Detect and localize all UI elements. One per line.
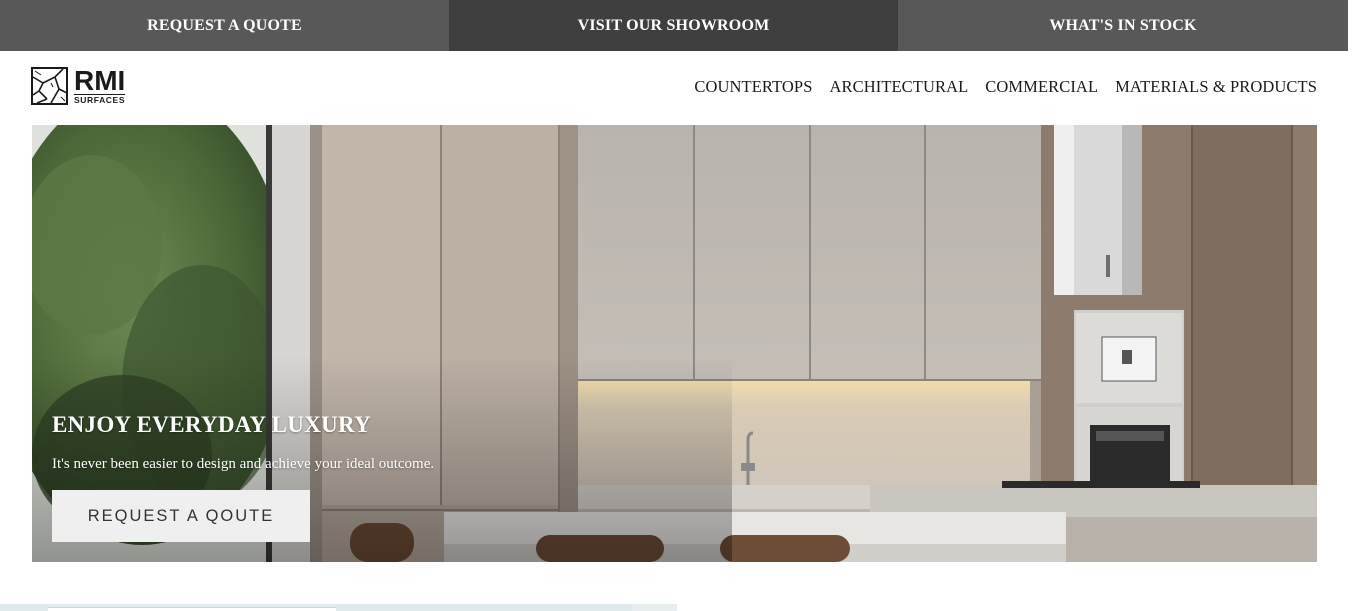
nav-item-architectural[interactable]: ARCHITECTURAL (829, 77, 968, 97)
request-quote-link[interactable]: REQUEST A QUOTE (0, 0, 449, 51)
page-edge (1348, 0, 1352, 611)
top-action-bar: REQUEST A QUOTE VISIT OUR SHOWROOM WHAT'… (0, 0, 1348, 51)
hero-subtitle: It's never been easier to design and ach… (52, 456, 435, 472)
nav-item-commercial[interactable]: COMMERCIAL (985, 77, 1098, 97)
nav-item-materials-products[interactable]: MATERIALS & PRODUCTS (1115, 77, 1317, 97)
next-section-card-edge (48, 607, 336, 611)
site-logo[interactable]: RMI SURFACES (31, 66, 147, 106)
whats-in-stock-link[interactable]: WHAT'S IN STOCK (898, 0, 1348, 51)
nav-item-countertops[interactable]: COUNTERTOPS (694, 77, 812, 97)
hero-banner: ENJOY EVERYDAY LUXURY It's never been ea… (32, 125, 1317, 562)
next-section-panel-edge (677, 604, 1348, 611)
logo-main-text: RMI (74, 64, 126, 96)
logo-sub-text: SURFACES (74, 93, 126, 105)
next-section-divider (632, 604, 677, 611)
next-section-edge (0, 604, 1348, 611)
marble-logo-icon (31, 67, 68, 105)
visit-showroom-link[interactable]: VISIT OUR SHOWROOM (449, 0, 898, 51)
hero-title: ENJOY EVERYDAY LUXURY (52, 412, 372, 437)
hero-request-quote-button[interactable]: REQUEST A QOUTE (52, 490, 310, 542)
main-nav: COUNTERTOPS ARCHITECTURAL COMMERCIAL MAT… (694, 77, 1317, 97)
